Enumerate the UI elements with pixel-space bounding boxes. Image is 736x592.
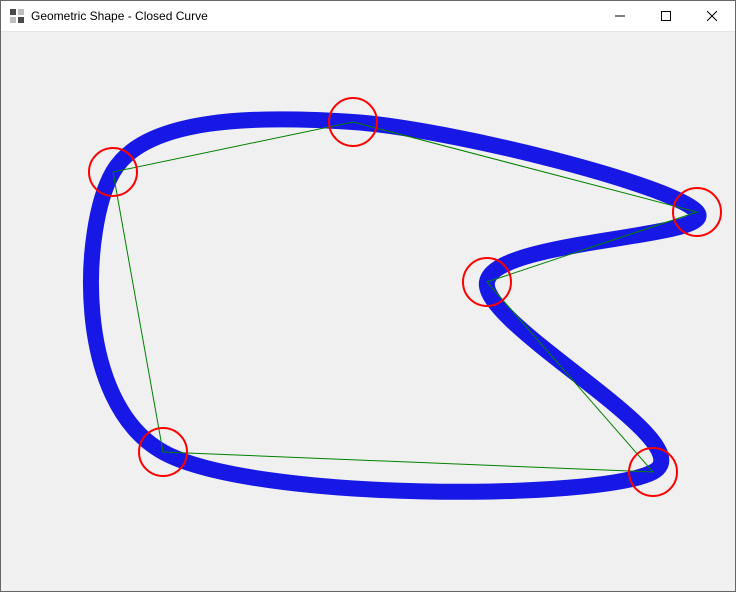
maximize-button[interactable] [643,1,689,31]
minimize-button[interactable] [597,1,643,31]
client-area [1,32,735,591]
app-window: Geometric Shape - Closed Curve [0,0,736,592]
titlebar[interactable]: Geometric Shape - Closed Curve [1,1,735,32]
app-icon [9,8,25,24]
drawing-canvas [1,32,735,591]
window-title: Geometric Shape - Closed Curve [31,9,597,23]
window-controls [597,1,735,31]
close-button[interactable] [689,1,735,31]
